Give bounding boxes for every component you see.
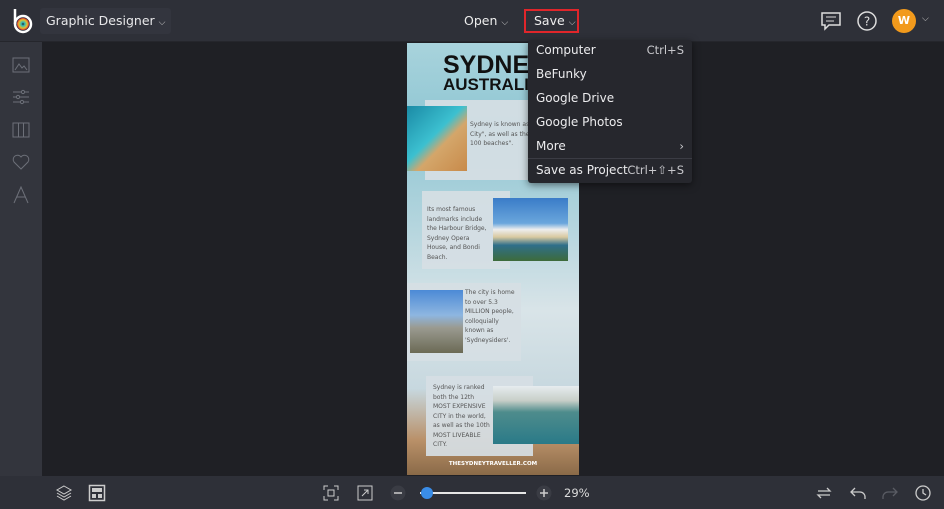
image-icon[interactable] (12, 56, 30, 74)
zoom-slider-track[interactable] (420, 492, 526, 494)
chevron-down-icon: ⌵ (158, 18, 166, 28)
menu-label: Save as Project (536, 163, 628, 177)
menu-item-more[interactable]: More › (528, 134, 692, 158)
shortcut-label: Ctrl+⇧+S (627, 163, 684, 177)
fact-text: Sydney is ranked both the 12th MOST EXPE… (433, 384, 490, 448)
left-sidebar (0, 42, 42, 476)
fact-text: The city is home to over 5.3 MILLION peo… (465, 289, 515, 344)
chevron-right-icon: › (679, 139, 684, 153)
save-dropdown-menu: Computer Ctrl+S BeFunky Google Drive Goog… (528, 40, 692, 183)
chevron-down-icon: ⌵ (501, 18, 509, 28)
menu-label: Google Drive (536, 91, 615, 105)
save-button[interactable]: Save ⌵ (524, 9, 579, 33)
shortcut-label: Ctrl+S (646, 43, 684, 57)
menu-item-google-photos[interactable]: Google Photos (528, 110, 692, 134)
menu-item-google-drive[interactable]: Google Drive (528, 86, 692, 110)
svg-text:?: ? (864, 15, 870, 29)
heart-icon[interactable] (12, 153, 30, 171)
chevron-down-icon: ⌵ (568, 18, 576, 28)
history-icon[interactable] (914, 484, 932, 502)
top-bar: Graphic Designer ⌵ Open ⌵ Save ⌵ ? W ⌵ (0, 0, 944, 42)
redo-icon[interactable] (881, 484, 899, 502)
zoom-in-icon[interactable] (535, 484, 553, 502)
fit-to-screen-icon[interactable] (322, 484, 340, 502)
save-label: Save (534, 13, 565, 28)
befunky-logo[interactable] (11, 8, 33, 34)
app-mode-label: Graphic Designer (46, 13, 155, 28)
menu-item-computer[interactable]: Computer Ctrl+S (528, 38, 692, 62)
undo-icon[interactable] (849, 484, 867, 502)
user-avatar[interactable]: W (892, 9, 916, 33)
poster-footer: THESYDNEYTRAVELLER.COM (448, 461, 538, 467)
menu-label: More (536, 139, 566, 153)
poster-subtitle: AUSTRALIA (443, 75, 542, 94)
swap-icon[interactable] (815, 484, 833, 502)
zoom-level: 29% (564, 486, 590, 500)
actual-size-icon[interactable] (356, 484, 374, 502)
city-skyline-photo (410, 290, 463, 353)
menu-label: BeFunky (536, 67, 587, 81)
harbour-photo (493, 386, 579, 444)
layout-icon[interactable] (12, 121, 30, 139)
fact-text: Its most famous landmarks include the Ha… (427, 206, 487, 261)
opera-house-photo (493, 198, 568, 261)
app-mode-dropdown[interactable]: Graphic Designer ⌵ (40, 8, 172, 34)
menu-item-befunky[interactable]: BeFunky (528, 62, 692, 86)
help-icon[interactable]: ? (856, 10, 878, 32)
zoom-slider-handle[interactable] (421, 487, 433, 499)
menu-item-save-as-project[interactable]: Save as Project Ctrl+⇧+S (528, 158, 692, 182)
beach-photo (407, 106, 467, 171)
open-label: Open (464, 13, 498, 28)
adjustments-icon[interactable] (12, 88, 30, 106)
chevron-down-icon[interactable]: ⌵ (922, 14, 929, 24)
layers-icon[interactable] (55, 484, 73, 502)
text-icon[interactable] (12, 186, 30, 204)
comment-icon[interactable] (820, 10, 842, 32)
menu-label: Google Photos (536, 115, 623, 129)
zoom-out-icon[interactable] (389, 484, 407, 502)
open-button[interactable]: Open ⌵ (456, 9, 516, 33)
menu-label: Computer (536, 43, 596, 57)
template-icon[interactable] (88, 484, 106, 502)
